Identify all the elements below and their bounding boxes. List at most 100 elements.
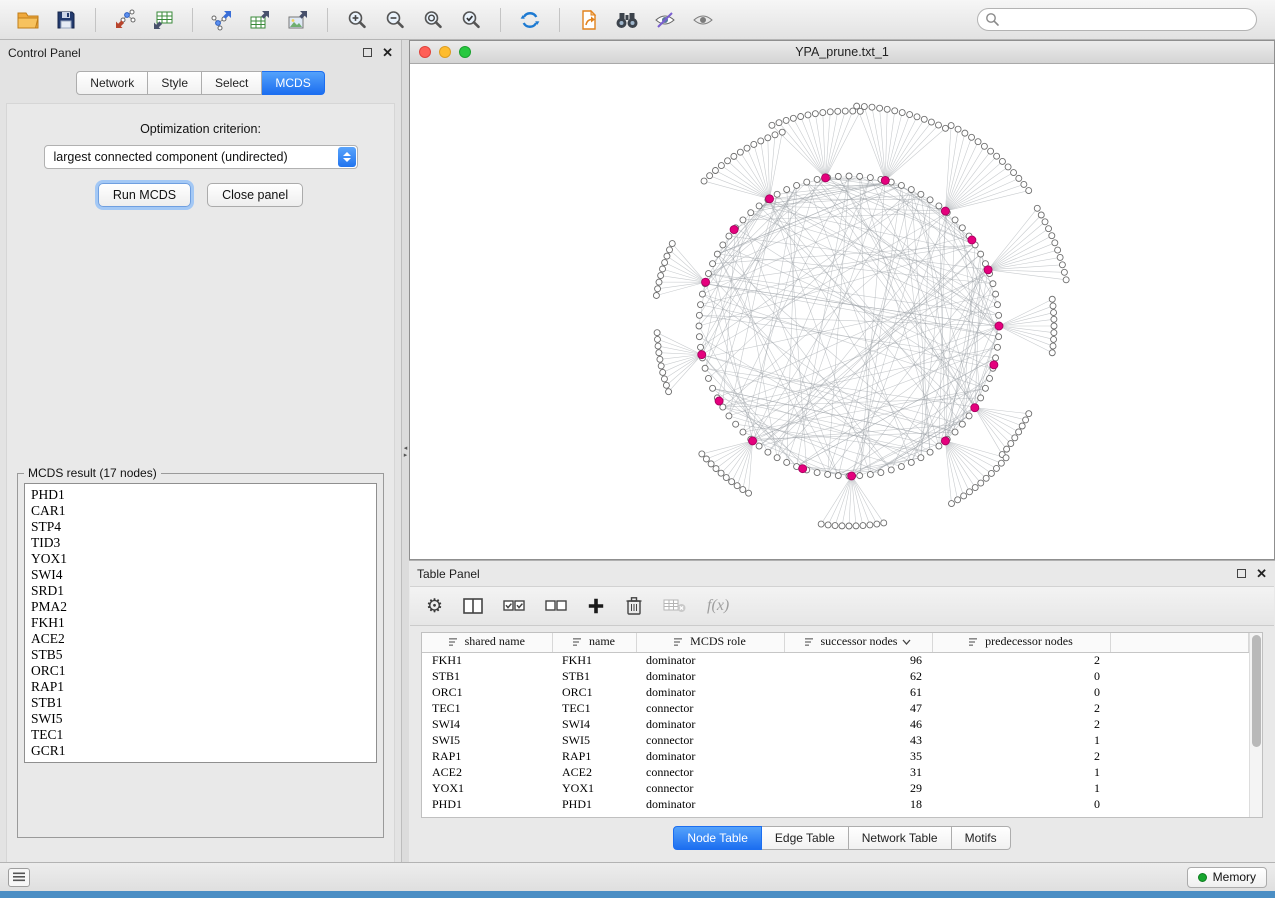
tab-edge-table[interactable]: Edge Table [762,826,849,850]
mcds-result-item[interactable]: PMA2 [31,599,370,615]
table-cell: 35 [784,748,932,764]
table-cell: 47 [784,700,932,716]
memory-button[interactable]: Memory [1187,867,1267,888]
column-label: name [589,634,615,649]
mcds-result-item[interactable]: GCR1 [31,743,370,759]
mcds-result-item[interactable]: SWI4 [31,567,370,583]
panel-splitter[interactable]: ◂▸ [402,40,409,862]
export-table-button[interactable] [242,5,278,35]
close-panel-button[interactable]: Close panel [207,183,303,207]
tab-network[interactable]: Network [76,71,148,95]
mcds-result-item[interactable]: FKH1 [31,615,370,631]
search-input[interactable] [977,8,1257,31]
clone-network-button[interactable] [571,5,607,35]
zoom-fit-button[interactable] [415,5,451,35]
select-all-button[interactable] [503,597,525,615]
import-network-button[interactable] [107,5,143,35]
table-row[interactable]: ORC1ORC1dominator610 [422,684,1249,700]
tab-select[interactable]: Select [202,71,262,95]
table-scrollbar[interactable] [1249,633,1262,817]
float-panel-icon[interactable] [363,48,372,57]
mcds-result-item[interactable]: STB5 [31,647,370,663]
tab-mcds[interactable]: MCDS [262,71,324,95]
column-label: shared name [465,634,525,649]
deselect-all-button[interactable] [545,597,567,615]
maximize-window-icon[interactable] [459,46,471,58]
table-cell: FKH1 [422,652,552,668]
mcds-result-item[interactable]: CAR1 [31,503,370,519]
export-network-button[interactable] [204,5,240,35]
minimize-window-icon[interactable] [439,46,451,58]
close-table-panel-icon[interactable]: ✕ [1256,567,1267,580]
table-row[interactable]: STB1STB1dominator620 [422,668,1249,684]
refresh-layout-button[interactable] [512,5,548,35]
show-columns-button[interactable] [463,598,483,614]
zoom-out-button[interactable] [377,5,413,35]
function-builder-button[interactable]: f(x) [707,597,729,615]
network-canvas[interactable] [410,64,1274,559]
import-table-icon [151,9,175,31]
export-table-icon [248,9,272,31]
table-row[interactable]: RAP1RAP1dominator352 [422,748,1249,764]
scrollbar-thumb[interactable] [1252,635,1261,747]
mcds-result-item[interactable]: STP4 [31,519,370,535]
column-header-predecessor-nodes[interactable]: predecessor nodes [932,633,1110,652]
table-row[interactable]: SWI4SWI4dominator462 [422,716,1249,732]
table-cell: connector [636,732,784,748]
open-file-button[interactable] [10,5,46,35]
column-header-name[interactable]: name [552,633,636,652]
show-graphics-details-button[interactable] [685,5,721,35]
table-row[interactable]: ACE2ACE2connector311 [422,764,1249,780]
criterion-select[interactable]: largest connected component (undirected) [44,145,358,169]
mcds-result-item[interactable]: YOX1 [31,551,370,567]
node-table-region: shared name name [421,632,1263,818]
mcds-result-list[interactable]: PHD1CAR1STP4TID3YOX1SWI4SRD1PMA2FKH1ACE2… [24,483,377,763]
delete-column-button[interactable] [625,596,643,616]
table-row[interactable]: SWI5SWI5connector431 [422,732,1249,748]
mcds-result-item[interactable]: ACE2 [31,631,370,647]
tab-network-table[interactable]: Network Table [849,826,952,850]
main-area: Control Panel ✕ Network Style Select MCD… [0,40,1275,862]
table-settings-button[interactable]: ⚙ [426,597,443,616]
save-session-button[interactable] [48,5,84,35]
import-table-button[interactable] [145,5,181,35]
table-cell: SWI4 [552,716,636,732]
tab-motifs[interactable]: Motifs [952,826,1011,850]
zoom-selected-button[interactable] [453,5,489,35]
table-cell: RAP1 [552,748,636,764]
mcds-result-item[interactable]: STB1 [31,695,370,711]
table-row[interactable]: FKH1FKH1dominator962 [422,652,1249,668]
column-header-successor-nodes[interactable]: successor nodes [784,633,932,652]
hide-graphics-details-button[interactable] [647,5,683,35]
table-row[interactable]: PHD1PHD1dominator180 [422,796,1249,812]
mcds-result-item[interactable]: TID3 [31,535,370,551]
tab-node-table[interactable]: Node Table [673,826,762,850]
status-menu-button[interactable] [8,868,30,887]
column-header-mcds-role[interactable]: MCDS role [636,633,784,652]
network-window-title: YPA_prune.txt_1 [410,45,1274,59]
table-row[interactable]: TEC1TEC1connector472 [422,700,1249,716]
close-panel-icon[interactable]: ✕ [382,46,393,59]
mcds-result-item[interactable]: TEC1 [31,727,370,743]
export-image-button[interactable] [280,5,316,35]
mcds-result-item[interactable]: SWI5 [31,711,370,727]
mcds-result-item[interactable]: ORC1 [31,663,370,679]
splitter-arrows-icon[interactable]: ◂▸ [402,445,409,459]
zoom-in-button[interactable] [339,5,375,35]
close-window-icon[interactable] [419,46,431,58]
add-column-button[interactable] [587,597,605,615]
memory-label: Memory [1213,870,1256,884]
table-cell-filler [1110,684,1249,700]
find-button[interactable] [609,5,645,35]
mcds-result-item[interactable]: RAP1 [31,679,370,695]
tab-style[interactable]: Style [148,71,202,95]
table-row[interactable]: YOX1YOX1connector291 [422,780,1249,796]
column-header-shared-name[interactable]: shared name [422,633,552,652]
float-table-panel-icon[interactable] [1237,569,1246,578]
zoom-selected-icon [460,9,482,31]
mcds-result-item[interactable]: SRD1 [31,583,370,599]
run-mcds-button[interactable]: Run MCDS [98,183,191,207]
delete-table-button[interactable] [663,597,687,615]
mcds-result-item[interactable]: PHD1 [31,487,370,503]
network-graph[interactable] [410,64,1274,559]
